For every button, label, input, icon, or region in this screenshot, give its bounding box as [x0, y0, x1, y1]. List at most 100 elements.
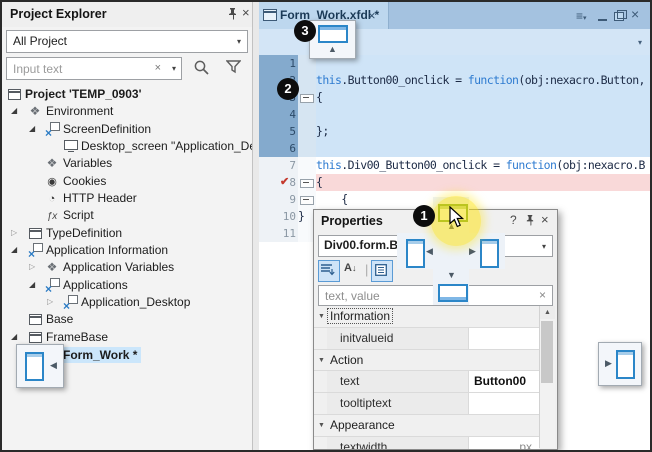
minimize-icon[interactable] [598, 9, 607, 21]
tree-item-desktop-screen-application-des[interactable]: Desktop_screen "Application_Des [2, 138, 252, 155]
tree-item-application-information[interactable]: ◢×Application Information [2, 242, 252, 259]
tree-item-application-desktop[interactable]: ▷ ×Application_Desktop [2, 294, 252, 311]
tree-chevron-icon[interactable]: ▷ [11, 228, 21, 238]
window-icon [27, 330, 43, 344]
fold-margin [298, 89, 316, 106]
dock-cross-bottom-icon[interactable] [438, 284, 468, 302]
property-name: tooltiptext [340, 396, 391, 410]
script-icon [44, 208, 60, 222]
property-row-textwidth[interactable]: textwidthpx [314, 437, 539, 450]
callout-badge-1: 1 [413, 205, 435, 227]
category-label: Appearance [330, 418, 395, 432]
tree-item-cookies[interactable]: Cookies [2, 173, 252, 190]
fold-collapse-icon[interactable] [300, 196, 314, 205]
tree-item-screendefinition[interactable]: ◢×ScreenDefinition [2, 121, 252, 138]
tree-chevron-icon[interactable]: ◢ [11, 245, 21, 255]
dock-cross-left-icon[interactable] [406, 239, 425, 268]
property-value-cell[interactable] [469, 328, 539, 349]
code-line-5[interactable]: }; [316, 123, 650, 140]
arrow-left-icon: ◀ [426, 247, 433, 256]
project-icon [6, 87, 22, 101]
tree-chevron-icon[interactable]: ◢ [29, 280, 39, 290]
tree-chevron-icon[interactable]: ◢ [11, 106, 21, 116]
tree-chevron-icon[interactable]: ◢ [29, 124, 39, 134]
tree-item-label: Application_Desktop [81, 295, 190, 309]
property-name-cell[interactable]: text [327, 371, 469, 392]
category-row-appearance[interactable]: ▼ Appearance [314, 415, 539, 437]
line-number: 10 [258, 208, 300, 225]
line-number: 11 [258, 225, 300, 242]
code-line-2[interactable]: this.Button00_onclick = function(obj:nex… [316, 72, 650, 89]
code-line-8[interactable]: { [316, 174, 650, 191]
arrow-up-icon: ▲ [328, 45, 337, 54]
close-icon[interactable]: × [368, 8, 376, 23]
close-icon[interactable]: × [631, 8, 639, 20]
tree-item-variables[interactable]: Variables [2, 155, 252, 172]
tree-item-label: Base [46, 312, 73, 326]
tree-item-label: ScreenDefinition [63, 122, 151, 136]
tab-list-icon[interactable]: ≡▾ [576, 10, 587, 25]
fold-collapse-icon[interactable] [300, 94, 314, 103]
arrow-left-icon: ◀ [50, 361, 57, 370]
tree-item-label: Project 'TEMP_0903' [25, 87, 141, 101]
line-number: 9 [258, 191, 300, 208]
scrollbar[interactable]: ▲ [539, 306, 555, 448]
fold-collapse-icon[interactable] [300, 179, 314, 188]
tree-item-application-variables[interactable]: ▷Application Variables [2, 259, 252, 276]
tree-item-base[interactable]: Base [2, 311, 252, 328]
property-name-cell[interactable]: initvalueid [327, 328, 469, 349]
dock-right-guide[interactable]: ▶ [598, 342, 642, 386]
tree-item-label: HTTP Header [63, 191, 137, 205]
dock-left-guide[interactable]: ◀ [16, 344, 64, 388]
category-row-information[interactable]: ▼Information [314, 306, 539, 328]
category-collapse-icon[interactable]: ▼ [318, 422, 325, 429]
tree-item-project-temp-0903[interactable]: Project 'TEMP_0903' [2, 86, 252, 103]
scroll-up-icon[interactable]: ▲ [540, 306, 555, 319]
tree-item-environment[interactable]: ◢Environment [2, 103, 252, 120]
arrow-right-icon: ▶ [605, 359, 612, 368]
code-keyword: function [506, 158, 557, 172]
code-text: (obj:nexacro.B [556, 158, 645, 172]
property-value-cell[interactable] [469, 393, 539, 414]
scrollbar-thumb[interactable] [541, 321, 553, 383]
tree-chevron-icon[interactable]: ▷ [47, 297, 57, 307]
property-value-cell[interactable]: Button00 [469, 371, 539, 392]
tree-item-label: Applications [63, 278, 128, 292]
code-text: (obj:nexacro.Button, [518, 73, 644, 87]
code-line-3[interactable]: { [316, 89, 650, 106]
category-label: Action [330, 353, 363, 367]
dock-top-icon [318, 25, 348, 43]
line-number: 6 [258, 140, 300, 157]
tree-item-http-header[interactable]: HTTP Header [2, 190, 252, 207]
dock-top-guide[interactable]: ▲ [309, 20, 356, 59]
property-row-initvalueid[interactable]: initvalueid [314, 328, 539, 350]
tree-item-script[interactable]: Script [2, 207, 252, 224]
code-text: { [316, 192, 348, 206]
property-value-cell[interactable]: px [469, 437, 539, 450]
restore-icon[interactable] [614, 12, 624, 21]
code-line-4[interactable] [316, 106, 650, 123]
project-explorer-panel: Project Explorer × All Project ▾ × ▾ Pro… [2, 2, 252, 450]
code-line-1[interactable] [316, 55, 650, 72]
property-row-tooltiptext[interactable]: tooltiptext [314, 393, 539, 415]
panel-splitter[interactable] [252, 2, 259, 450]
line-number: 1 [258, 55, 300, 72]
fold-margin [298, 106, 316, 123]
property-name-cell[interactable]: tooltiptext [327, 393, 469, 414]
category-row-action[interactable]: ▼ Action [314, 350, 539, 372]
tree-chevron-icon[interactable]: ◢ [11, 332, 21, 342]
nexacro-icon: × [62, 295, 78, 309]
tree-chevron-icon[interactable]: ▷ [29, 262, 39, 272]
tree-item-typedefinition[interactable]: ▷TypeDefinition [2, 225, 252, 242]
chevron-down-icon[interactable]: ▾ [638, 38, 642, 47]
dock-cross-right-icon[interactable] [480, 239, 499, 268]
property-row-text[interactable]: textButton00 [314, 371, 539, 393]
tree-item-applications[interactable]: ◢×Applications [2, 277, 252, 294]
callout-badge-3: 3 [294, 20, 316, 42]
tree-item-label: Variables [63, 156, 112, 170]
code-line-7[interactable]: this.Div00_Button00_onclick = function(o… [316, 157, 650, 174]
property-name-cell[interactable]: textwidth [327, 437, 469, 450]
category-collapse-icon[interactable]: ▼ [318, 313, 325, 320]
code-line-6[interactable] [316, 140, 650, 157]
category-collapse-icon[interactable]: ▼ [318, 357, 325, 364]
